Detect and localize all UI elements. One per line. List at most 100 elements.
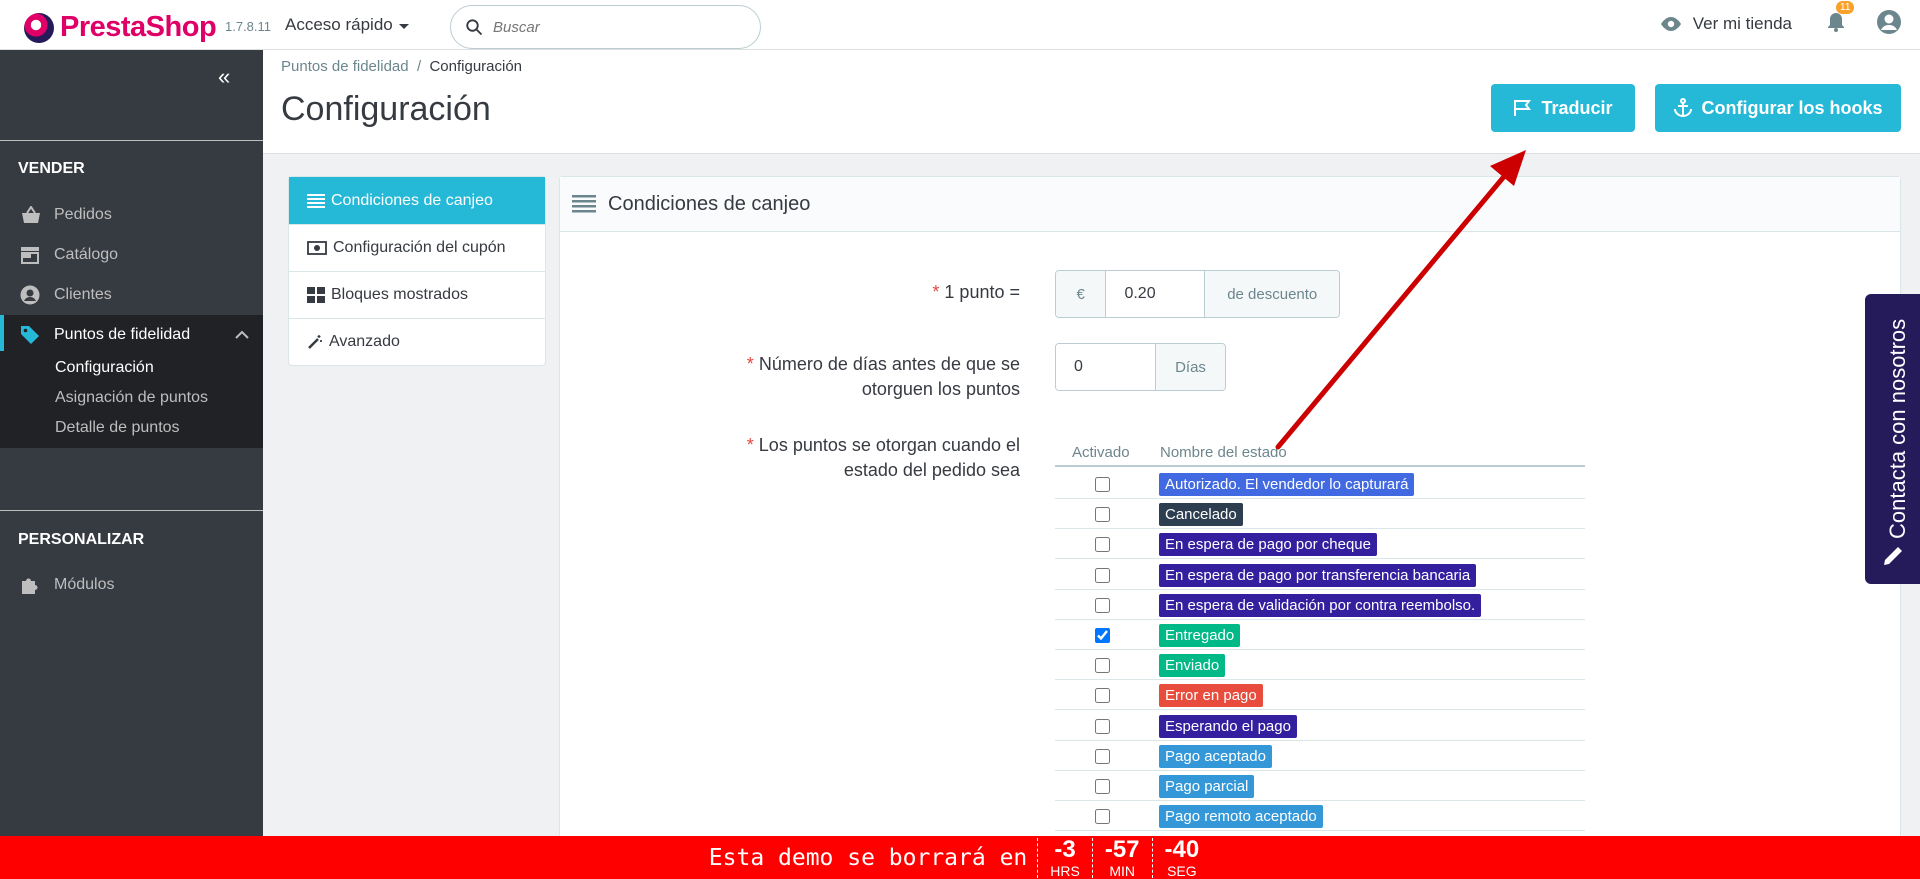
days-group: Días: [1055, 343, 1226, 391]
search-box: [450, 5, 761, 49]
state-enabled-checkbox[interactable]: [1095, 567, 1110, 583]
state-enabled-checkbox[interactable]: [1095, 809, 1110, 825]
eye-icon: [1660, 17, 1681, 31]
section-customize: PERSONALIZAR: [18, 531, 145, 548]
sidebar-item-orders[interactable]: Pedidos: [0, 195, 263, 235]
view-store-link[interactable]: Ver mi tienda: [1659, 14, 1792, 34]
translate-label: Traducir: [1541, 97, 1613, 118]
state-name-badge: Enviado: [1159, 654, 1226, 678]
days-input[interactable]: [1056, 344, 1156, 390]
submenu-points-detail[interactable]: Detalle de puntos: [55, 419, 180, 437]
seconds-unit: SEG: [1167, 862, 1197, 879]
sidebar: « VENDER Pedidos Catálogo Clientes Punto…: [0, 50, 263, 879]
countdown-hours: -3 HRS: [1037, 835, 1092, 879]
user-avatar[interactable]: [1876, 9, 1902, 40]
state-enabled-checkbox[interactable]: [1095, 537, 1110, 553]
state-row: En espera de validación por contra reemb…: [1055, 590, 1585, 620]
pencil-icon: [1884, 547, 1902, 565]
state-enabled-checkbox[interactable]: [1095, 507, 1110, 523]
wand-icon: [308, 335, 322, 349]
required-marker: *: [746, 435, 754, 455]
bell-icon: [1828, 12, 1844, 32]
state-row: Pago parcial: [1055, 771, 1585, 801]
view-store-label: Ver mi tienda: [1692, 14, 1792, 33]
breadcrumb-current: Configuración: [429, 58, 523, 75]
state-name-badge: Esperando el pago: [1159, 714, 1297, 738]
hours-unit: HRS: [1050, 862, 1080, 879]
tab-voucher-config[interactable]: Configuración del cupón: [289, 224, 545, 271]
search-icon[interactable]: [465, 18, 483, 36]
breadcrumb-link[interactable]: Puntos de fidelidad: [281, 58, 409, 75]
contact-us-tab[interactable]: Contacta con nosotros: [1865, 294, 1920, 584]
countdown-seconds: -40 SEG: [1151, 837, 1212, 879]
store-icon: [21, 247, 39, 264]
account-icon: [20, 285, 40, 305]
state-row: Pago remoto aceptado: [1055, 801, 1585, 832]
sidebar-item-loyalty[interactable]: Puntos de fidelidad: [0, 315, 263, 355]
configure-hooks-button[interactable]: Configurar los hooks: [1655, 84, 1901, 132]
breadcrumb-separator: /: [416, 58, 422, 75]
tab-advanced[interactable]: Avanzado: [289, 318, 545, 365]
point-value-input[interactable]: [1105, 271, 1206, 317]
prestashop-logo[interactable]: PrestaShop: [24, 11, 217, 44]
hours-value: -3: [1054, 835, 1076, 863]
sidebar-item-label: Clientes: [54, 286, 112, 303]
quick-access-label: Acceso rápido: [285, 15, 393, 34]
states-label-line2: estado del pedido sea: [843, 460, 1020, 480]
panel-header: Condiciones de canjeo: [560, 177, 1900, 232]
section-sell: VENDER: [18, 160, 85, 177]
state-name-badge: Pago parcial: [1159, 775, 1255, 798]
state-name-badge: Pago aceptado: [1159, 744, 1272, 768]
submenu-points-assignment[interactable]: Asignación de puntos: [55, 389, 208, 407]
state-enabled-checkbox[interactable]: [1095, 628, 1110, 643]
state-enabled-checkbox[interactable]: [1095, 658, 1110, 674]
state-row: En espera de pago por transferencia banc…: [1055, 560, 1585, 590]
states-label-line1: Los puntos se otorgan cuando el: [758, 435, 1020, 455]
state-enabled-checkbox[interactable]: [1095, 748, 1110, 764]
caret-down-icon: [398, 23, 409, 29]
list-icon: [572, 195, 596, 213]
demo-countdown-bar: Esta demo se borrará en -3 HRS -57 MIN -…: [0, 836, 1920, 879]
point-value-label: * 1 punto =: [560, 280, 1020, 305]
tag-icon: [21, 326, 39, 344]
loyalty-submenu: Configuración Asignación de puntos Detal…: [0, 351, 263, 448]
search-input[interactable]: [493, 18, 733, 36]
divider: [0, 510, 263, 511]
collapse-sidebar-icon[interactable]: «: [218, 64, 230, 90]
state-row: Entregado: [1055, 620, 1585, 650]
currency-addon: €: [1056, 271, 1106, 317]
sidebar-item-label: Módulos: [54, 576, 115, 593]
tab-redeem-conditions[interactable]: Condiciones de canjeo: [289, 177, 545, 224]
point-value-text: 1 punto =: [944, 282, 1020, 302]
chevron-up-icon: [235, 330, 249, 339]
state-enabled-checkbox[interactable]: [1095, 688, 1110, 704]
tab-label: Configuración del cupón: [333, 239, 506, 256]
basket-icon: [22, 206, 40, 223]
page-title: Configuración: [281, 90, 491, 128]
notifications-button[interactable]: 11: [1826, 0, 1855, 38]
state-enabled-checkbox[interactable]: [1095, 718, 1110, 734]
tab-displayed-blocks[interactable]: Bloques mostrados: [289, 271, 545, 318]
header-right: Ver mi tienda 11: [1659, 0, 1920, 48]
days-label: * Número de días antes de que se otorgue…: [560, 352, 1020, 402]
tab-label: Bloques mostrados: [331, 286, 468, 303]
translate-button[interactable]: Traducir: [1491, 84, 1635, 132]
tab-label: Avanzado: [329, 333, 400, 350]
state-enabled-checkbox[interactable]: [1095, 477, 1110, 492]
countdown-minutes: -57 MIN: [1091, 837, 1152, 878]
quick-access-dropdown[interactable]: Acceso rápido: [285, 15, 409, 35]
sidebar-item-catalog[interactable]: Catálogo: [0, 235, 263, 275]
sidebar-item-modules[interactable]: Módulos: [0, 565, 263, 605]
state-enabled-checkbox[interactable]: [1095, 779, 1110, 794]
submenu-configuration[interactable]: Configuración: [55, 359, 154, 377]
puffin-icon: [24, 12, 54, 43]
discount-addon: de descuento: [1205, 271, 1339, 317]
state-name-badge: En espera de validación por contra reemb…: [1159, 593, 1482, 617]
contact-us-label: Contacta con nosotros: [1885, 318, 1910, 539]
grid-icon: [307, 287, 325, 303]
version-label: 1.7.8.11: [225, 19, 272, 34]
list-icon: [307, 193, 325, 208]
state-enabled-checkbox[interactable]: [1095, 597, 1110, 613]
days-addon: Días: [1156, 344, 1225, 390]
sidebar-item-customers[interactable]: Clientes: [0, 275, 263, 315]
